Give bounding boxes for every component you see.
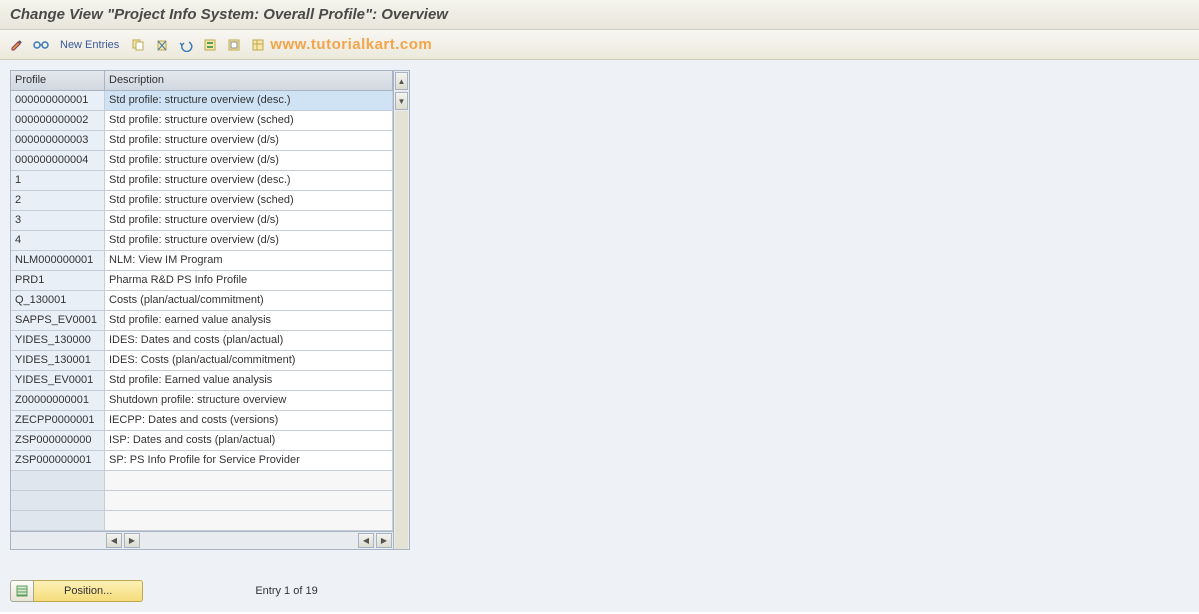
table-row[interactable]: SAPPS_EV0001Std profile: earned value an… (11, 311, 393, 331)
table-row[interactable]: 000000000003Std profile: structure overv… (11, 131, 393, 151)
cell-description[interactable]: Std profile: structure overview (d/s) (105, 131, 393, 150)
table-row[interactable]: ZSP000000000ISP: Dates and costs (plan/a… (11, 431, 393, 451)
table-row[interactable]: NLM000000001NLM: View IM Program (11, 251, 393, 271)
cell-profile[interactable]: PRD1 (11, 271, 105, 290)
table-row[interactable]: ZSP000000001SP: PS Info Profile for Serv… (11, 451, 393, 471)
table-row[interactable]: ZECPP0000001IECPP: Dates and costs (vers… (11, 411, 393, 431)
table-row[interactable]: 4Std profile: structure overview (d/s) (11, 231, 393, 251)
cell-profile[interactable]: 000000000001 (11, 91, 105, 110)
table-settings-icon[interactable] (249, 36, 267, 54)
table-row (11, 511, 393, 531)
scroll-up-icon[interactable]: ▲ (395, 72, 408, 90)
cell-profile[interactable]: NLM000000001 (11, 251, 105, 270)
cell-description (105, 471, 393, 490)
cell-profile[interactable]: YIDES_EV0001 (11, 371, 105, 390)
cell-description[interactable]: NLM: View IM Program (105, 251, 393, 270)
cell-profile[interactable]: ZECPP0000001 (11, 411, 105, 430)
footer: Position... Entry 1 of 19 (10, 580, 1189, 602)
cell-profile[interactable]: YIDES_130000 (11, 331, 105, 350)
cell-description (105, 511, 393, 530)
cell-profile[interactable]: SAPPS_EV0001 (11, 311, 105, 330)
cell-profile[interactable]: ZSP000000001 (11, 451, 105, 470)
cell-profile[interactable]: Z00000000001 (11, 391, 105, 410)
cell-description[interactable]: Std profile: structure overview (desc.) (105, 171, 393, 190)
cell-profile[interactable]: 000000000003 (11, 131, 105, 150)
toolbar: New Entries www.tutorialkart.com (0, 30, 1199, 60)
vertical-scrollbar: ▲ ▼ (393, 71, 409, 549)
position-button[interactable]: Position... (34, 580, 143, 602)
cell-description[interactable]: Pharma R&D PS Info Profile (105, 271, 393, 290)
watermark-text: www.tutorialkart.com (270, 36, 432, 53)
cell-description (105, 491, 393, 510)
cell-profile[interactable]: 000000000002 (11, 111, 105, 130)
table-row[interactable]: 000000000002Std profile: structure overv… (11, 111, 393, 131)
cell-description[interactable]: Std profile: structure overview (d/s) (105, 211, 393, 230)
cell-description[interactable]: IECPP: Dates and costs (versions) (105, 411, 393, 430)
cell-profile[interactable]: 4 (11, 231, 105, 250)
position-icon[interactable] (10, 580, 34, 602)
copy-icon[interactable] (129, 36, 147, 54)
cell-profile[interactable]: 2 (11, 191, 105, 210)
scroll-left-end-icon[interactable]: ◀ (358, 533, 374, 548)
cell-description[interactable]: Std profile: structure overview (desc.) (105, 91, 393, 110)
column-header-description[interactable]: Description (105, 71, 393, 90)
cell-description[interactable]: Shutdown profile: structure overview (105, 391, 393, 410)
undo-icon[interactable] (177, 36, 195, 54)
cell-description[interactable]: SP: PS Info Profile for Service Provider (105, 451, 393, 470)
table-row[interactable]: 3Std profile: structure overview (d/s) (11, 211, 393, 231)
cell-description[interactable]: Costs (plan/actual/commitment) (105, 291, 393, 310)
change-icon[interactable] (8, 36, 26, 54)
cell-profile[interactable]: YIDES_130001 (11, 351, 105, 370)
profile-table: Profile Description 000000000001Std prof… (10, 70, 410, 550)
cell-description[interactable]: ISP: Dates and costs (plan/actual) (105, 431, 393, 450)
glasses-icon[interactable] (32, 36, 50, 54)
scroll-left-icon[interactable]: ◀ (106, 533, 122, 548)
table-row (11, 491, 393, 511)
table-row[interactable]: Z00000000001Shutdown profile: structure … (11, 391, 393, 411)
content-area: Profile Description 000000000001Std prof… (0, 60, 1199, 612)
scroll-right-icon[interactable]: ▶ (124, 533, 140, 548)
scroll-right-end-icon[interactable]: ▶ (376, 533, 392, 548)
deselect-all-icon[interactable] (225, 36, 243, 54)
cell-description[interactable]: Std profile: structure overview (d/s) (105, 231, 393, 250)
select-all-icon[interactable] (201, 36, 219, 54)
cell-profile (11, 471, 105, 490)
table-row (11, 471, 393, 491)
cell-profile[interactable]: 3 (11, 211, 105, 230)
cell-description[interactable]: IDES: Dates and costs (plan/actual) (105, 331, 393, 350)
table-row[interactable]: YIDES_130000IDES: Dates and costs (plan/… (11, 331, 393, 351)
cell-description[interactable]: Std profile: earned value analysis (105, 311, 393, 330)
table-row[interactable]: 000000000004Std profile: structure overv… (11, 151, 393, 171)
cell-description[interactable]: Std profile: structure overview (d/s) (105, 151, 393, 170)
table-row[interactable]: PRD1Pharma R&D PS Info Profile (11, 271, 393, 291)
scroll-down-icon[interactable]: ▼ (395, 92, 408, 110)
new-entries-button[interactable]: New Entries (56, 39, 123, 51)
cell-description[interactable]: Std profile: structure overview (sched) (105, 111, 393, 130)
horizontal-scrollbar: ◀ ▶ ◀ ▶ (11, 531, 393, 549)
entry-info: Entry 1 of 19 (255, 585, 317, 597)
table-row[interactable]: YIDES_EV0001Std profile: Earned value an… (11, 371, 393, 391)
table-row[interactable]: Q_130001Costs (plan/actual/commitment) (11, 291, 393, 311)
table-row[interactable]: YIDES_130001IDES: Costs (plan/actual/com… (11, 351, 393, 371)
scroll-track[interactable] (395, 111, 408, 549)
cell-profile[interactable]: ZSP000000000 (11, 431, 105, 450)
table-row[interactable]: 1Std profile: structure overview (desc.) (11, 171, 393, 191)
delete-icon[interactable] (153, 36, 171, 54)
cell-profile[interactable]: 000000000004 (11, 151, 105, 170)
table-row[interactable]: 2Std profile: structure overview (sched) (11, 191, 393, 211)
cell-profile (11, 511, 105, 530)
cell-description[interactable]: Std profile: Earned value analysis (105, 371, 393, 390)
cell-profile[interactable]: Q_130001 (11, 291, 105, 310)
table-row[interactable]: 000000000001Std profile: structure overv… (11, 91, 393, 111)
cell-description[interactable]: IDES: Costs (plan/actual/commitment) (105, 351, 393, 370)
cell-profile (11, 491, 105, 510)
cell-description[interactable]: Std profile: structure overview (sched) (105, 191, 393, 210)
page-title: Change View "Project Info System: Overal… (0, 0, 1199, 30)
cell-profile[interactable]: 1 (11, 171, 105, 190)
column-header-profile[interactable]: Profile (11, 71, 105, 90)
